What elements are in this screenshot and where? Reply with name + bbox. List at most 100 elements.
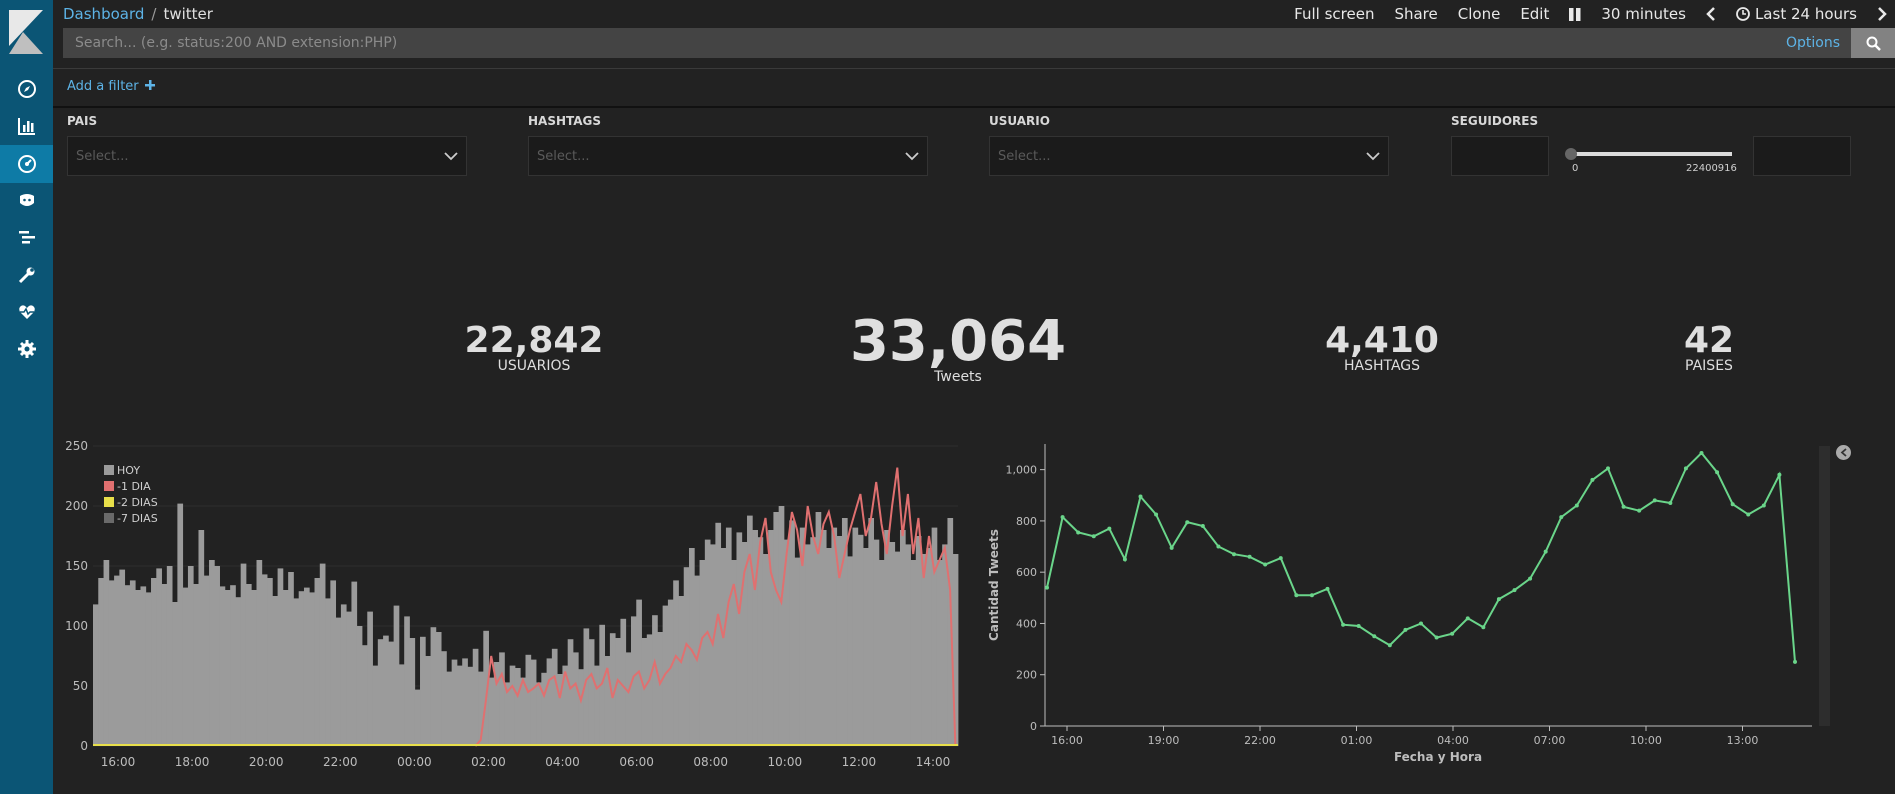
bar-hoy [625,652,632,746]
bar-hoy [488,677,495,746]
edit-button[interactable]: Edit [1520,5,1549,23]
share-button[interactable]: Share [1394,5,1437,23]
bar-hoy [346,611,352,746]
bar-hoy [868,518,875,746]
bar-hoy [245,584,252,746]
bar-hoy [214,566,220,746]
add-filter-button[interactable]: Add a filter [67,79,155,94]
data-point [1247,554,1252,559]
y-tick-label: 800 [1016,515,1037,528]
bar-hoy [720,548,727,746]
pause-icon[interactable] [1569,7,1581,21]
data-point [1465,616,1470,621]
chevron-left-icon[interactable] [1706,7,1716,21]
bar-hoy [725,527,732,746]
heartbeat-icon[interactable] [0,293,53,331]
legend-label: -7 DIAS [117,512,158,525]
bar-hoy [203,575,210,746]
bar-hoy [878,560,885,746]
bar-hoy [166,566,173,746]
options-button[interactable]: Options [1786,28,1851,58]
bar-hoy [646,634,653,746]
y-tick-label: 0 [80,739,88,753]
dashboard-icon[interactable] [0,145,53,183]
collapse-chevron-icon[interactable] [1836,445,1851,460]
x-tick-label: 16:00 [1051,734,1083,747]
bar-hoy [335,617,342,746]
bar-hoy [198,530,205,746]
bar-hoy [393,605,400,746]
bar-chart: 0 50 100 150 200 250 16:00 18:00 20:00 22:00 00:00… [65,439,959,769]
bar-hoy [409,638,416,746]
seguidores-label: SEGUIDORES [1451,114,1539,128]
chevron-down-icon [444,151,458,160]
bar-hoy [884,530,890,746]
data-point [1309,593,1314,598]
y-tick-label: 200 [1016,669,1037,682]
metric-hashtags: 4,410 HASHTAGS [1325,323,1439,374]
breadcrumb-current: twitter [163,5,213,23]
bar-hoy [536,682,542,746]
bar-hoy [446,671,453,746]
seguidores-slider-track[interactable] [1571,152,1732,156]
wrench-icon[interactable] [0,256,53,294]
x-tick-label: 04:00 [545,755,580,769]
legend-label: -1 DIA [117,480,151,493]
bar-hoy [873,539,880,746]
bar-hoy [425,656,431,746]
data-point [1652,498,1657,503]
bar-hoy [820,530,827,746]
timelion-icon[interactable] [0,182,53,220]
plus-icon [144,80,155,90]
bar-hoy [894,551,901,746]
data-point [1621,504,1626,509]
chevron-right-icon[interactable] [1877,7,1887,21]
refresh-interval[interactable]: 30 minutes [1601,5,1686,23]
data-point [1278,556,1283,561]
usuario-select[interactable]: Select... [989,136,1389,176]
kibana-dashboard: Dashboard / twitter Full screen Share Clon… [0,0,1895,794]
bar-hoy [467,666,474,746]
bar-hoy [256,560,263,746]
dev-tools-icon[interactable] [0,219,53,257]
bar-hoy [757,537,764,746]
bar-hoy [530,659,537,746]
data-point [1777,472,1782,477]
hashtags-select[interactable]: Select... [528,136,928,176]
bar-hoy [704,539,711,746]
x-tick-label: 06:00 [619,755,654,769]
bar-hoy [899,530,906,746]
bar-chart-icon[interactable] [0,107,53,145]
data-point [1730,502,1735,507]
clone-button[interactable]: Clone [1458,5,1501,23]
bar-hoy [847,556,853,746]
data-point [1341,622,1346,627]
bar-hoy [667,599,674,746]
bar-hoy [219,586,226,746]
full-screen-button[interactable]: Full screen [1294,5,1374,23]
slider-min-label: 0 [1572,163,1579,174]
bar-hoy [161,584,168,746]
seguidores-max-input[interactable] [1753,136,1851,176]
compass-icon[interactable] [0,70,53,108]
bar-hoy [921,554,927,746]
pais-select[interactable]: Select... [67,136,467,176]
pais-label: PAIS [67,114,98,128]
gear-icon[interactable] [0,330,53,368]
data-point [1590,477,1595,482]
time-picker[interactable]: Last 24 hours [1736,5,1857,23]
bar-hoy [747,515,753,746]
data-point [1450,631,1455,636]
seguidores-slider-handle[interactable] [1565,148,1577,160]
x-tick-label: 19:00 [1148,734,1180,747]
search-input[interactable] [63,28,1786,58]
search-button[interactable] [1851,28,1895,58]
kibana-logo[interactable] [9,10,43,54]
bar-hoy [805,544,811,746]
breadcrumb-dashboard-link[interactable]: Dashboard [63,5,144,23]
seguidores-min-input[interactable] [1451,136,1549,176]
bar-hoy [794,557,801,746]
bar-hoy [456,665,463,746]
bar-hoy [361,645,368,746]
data-point [1200,524,1205,529]
